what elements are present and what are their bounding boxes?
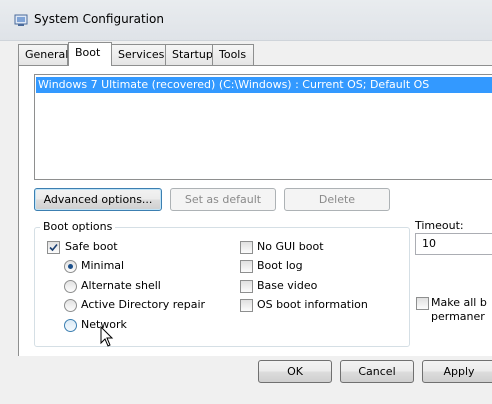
cancel-button[interactable]: Cancel [340, 360, 414, 383]
ok-button[interactable]: OK [258, 360, 332, 383]
delete-button[interactable]: Delete [284, 188, 390, 211]
boot-log-label: Boot log [257, 259, 303, 272]
msconfig-icon [14, 13, 28, 27]
boot-entry[interactable]: Windows 7 Ultimate (recovered) (C:\Windo… [36, 77, 492, 93]
alternate-shell-label: Alternate shell [81, 279, 161, 292]
active-directory-repair-label: Active Directory repair [81, 298, 206, 311]
alternate-shell-radio[interactable] [64, 280, 77, 293]
tab-tools[interactable]: Tools [212, 44, 254, 65]
no-gui-boot-label: No GUI boot [257, 240, 324, 253]
title-bar: System Configuration [0, 0, 492, 41]
os-boot-information-checkbox[interactable] [240, 299, 253, 312]
checkmark-icon [49, 243, 58, 252]
tab-startup[interactable]: Startup [165, 44, 217, 65]
make-permanent-label-line2: permaner [431, 310, 485, 323]
safe-boot-label: Safe boot [65, 240, 118, 253]
window-title: System Configuration [34, 12, 164, 26]
boot-options-label: Boot options [40, 220, 116, 233]
no-gui-boot-checkbox[interactable] [240, 241, 253, 254]
mouse-pointer-icon [100, 325, 114, 351]
boot-log-checkbox[interactable] [240, 260, 253, 273]
dialog-footer [0, 356, 492, 404]
network-radio[interactable] [64, 319, 77, 332]
minimal-label: Minimal [81, 259, 125, 272]
advanced-options-button[interactable]: Advanced options... [34, 188, 162, 211]
tab-general[interactable]: General [18, 44, 68, 65]
timeout-input[interactable]: 10 [415, 233, 492, 255]
set-as-default-button[interactable]: Set as default [170, 188, 276, 211]
radio-selected-dot [68, 264, 73, 269]
apply-button[interactable]: Apply [422, 360, 492, 383]
safe-boot-checkbox[interactable] [47, 241, 60, 254]
make-permanent-label-line1: Make all b [431, 296, 487, 309]
base-video-label: Base video [257, 279, 318, 292]
minimal-radio[interactable] [64, 260, 77, 273]
active-directory-repair-radio[interactable] [64, 299, 77, 312]
make-permanent-checkbox[interactable] [416, 297, 429, 310]
boot-entries-list[interactable]: Windows 7 Ultimate (recovered) (C:\Windo… [34, 74, 492, 180]
os-boot-information-label: OS boot information [257, 298, 368, 311]
system-configuration-window: System Configuration General Boot Servic… [0, 0, 492, 404]
timeout-label: Timeout: [415, 219, 464, 232]
tab-boot[interactable]: Boot [68, 42, 112, 66]
tab-services[interactable]: Services [111, 44, 167, 65]
base-video-checkbox[interactable] [240, 280, 253, 293]
